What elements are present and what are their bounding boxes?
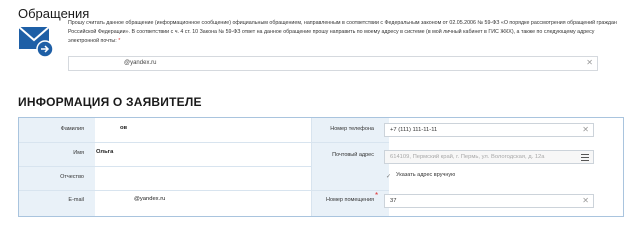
checkmark-icon[interactable]: ✓ — [386, 174, 392, 180]
row-divider — [19, 190, 311, 191]
room-label: Номер помещения — [326, 197, 374, 203]
phone-input[interactable]: +7 (111) 111-11-11 ✕ — [384, 123, 594, 137]
close-icon[interactable]: ✕ — [582, 125, 589, 134]
address-value: 614109, Пермский край, г. Пермь, ул. Вол… — [390, 154, 545, 160]
address-label: Почтовый адрес — [332, 152, 374, 158]
appeal-email-value: @yandex.ru — [124, 60, 157, 66]
email-value: @yandex.ru — [134, 196, 166, 202]
appeal-email-field[interactable]: @yandex.ru ✕ — [68, 56, 598, 71]
room-value: 37 — [390, 198, 397, 204]
email-label: E-mail — [68, 197, 84, 203]
consent-text: Прошу считать данное обращение (информац… — [68, 19, 624, 46]
patronymic-label: Отчество — [60, 174, 84, 180]
row-divider — [19, 142, 311, 143]
address-input[interactable]: 614109, Пермский край, г. Пермь, ул. Вол… — [384, 150, 594, 164]
room-input[interactable]: 37 ✕ — [384, 194, 594, 208]
surname-label: Фамилия — [60, 126, 84, 132]
required-mark: * — [118, 38, 121, 44]
name-value: Ольга — [96, 149, 114, 155]
manual-address-label[interactable]: Указать адрес вручную — [396, 172, 455, 178]
surname-value: ов — [120, 125, 128, 131]
row-divider — [311, 142, 389, 143]
room-required-mark: * — [375, 191, 379, 200]
hamburger-icon[interactable] — [581, 154, 589, 161]
consent-paragraph: Прошу считать данное обращение (информац… — [68, 20, 617, 44]
phone-label: Номер телефона — [330, 126, 374, 132]
close-icon[interactable]: ✕ — [582, 196, 589, 205]
close-icon[interactable]: ✕ — [586, 58, 593, 67]
phone-value: +7 (111) 111-11-11 — [390, 127, 438, 133]
row-divider — [19, 166, 311, 167]
applicant-section-title: ИНФОРМАЦИЯ О ЗАЯВИТЕЛЕ — [18, 95, 202, 109]
mail-reply-icon — [18, 26, 54, 58]
name-label: Имя — [73, 150, 84, 156]
